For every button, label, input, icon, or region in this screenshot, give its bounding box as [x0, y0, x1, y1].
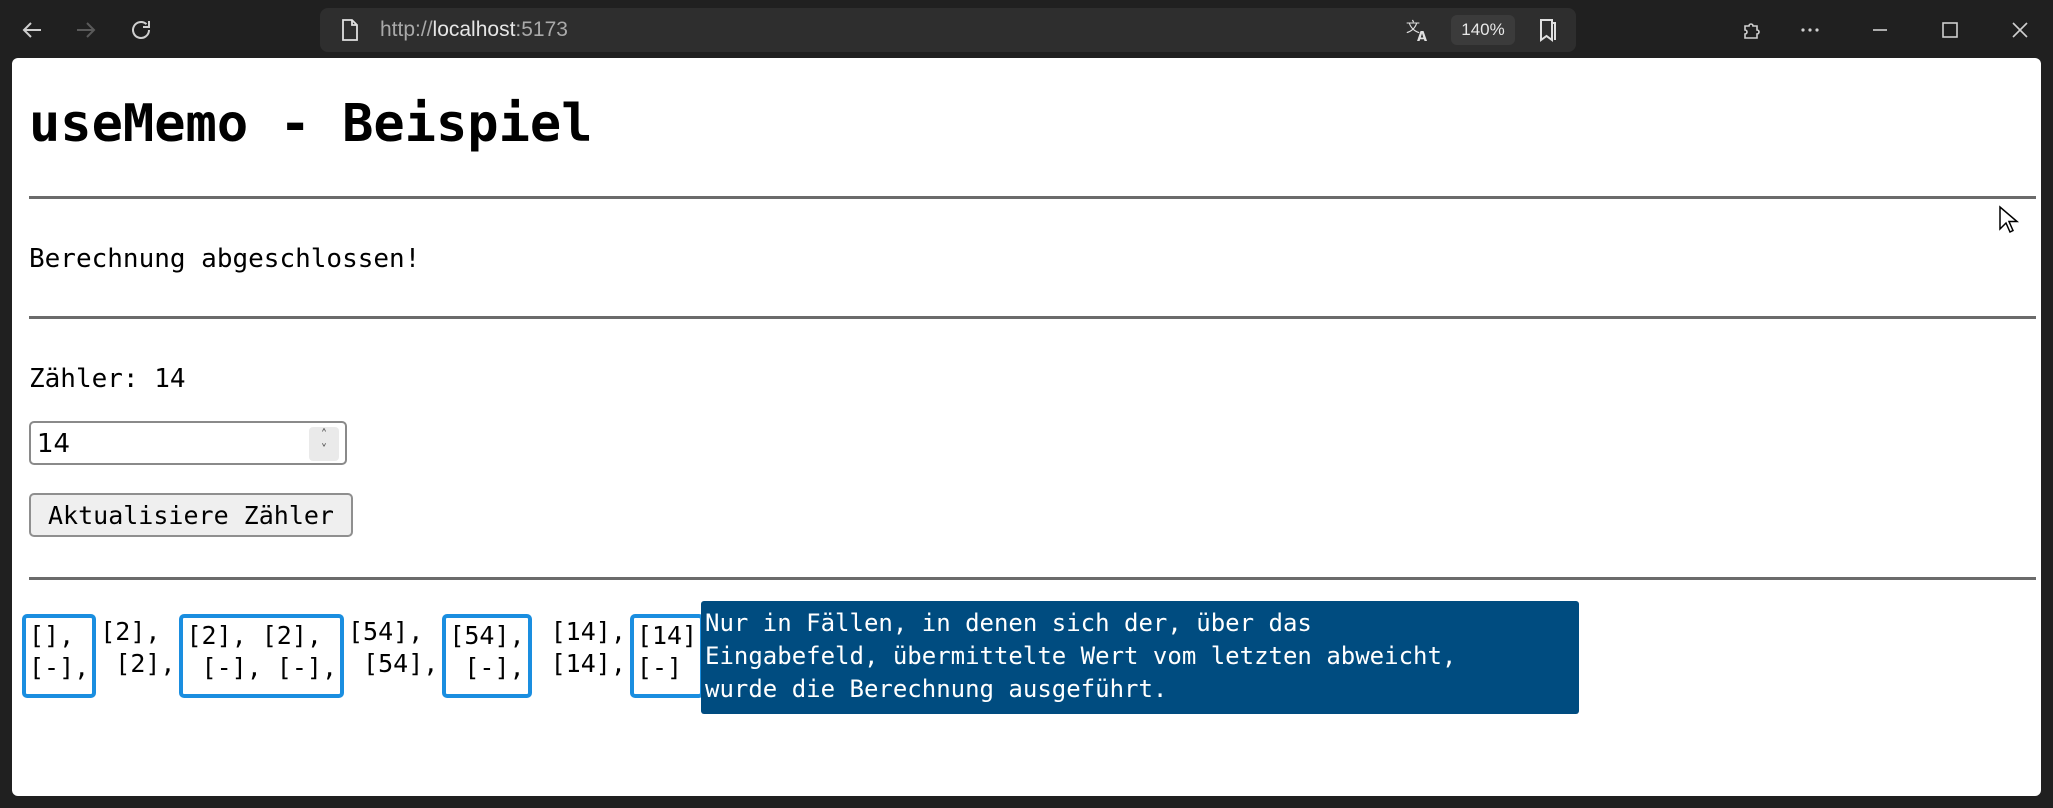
more-icon — [1801, 28, 1819, 32]
counter-input[interactable]: ˄ ˅ — [29, 421, 347, 465]
log-item-bottom: [54], — [348, 649, 439, 678]
calculation-log: [], [-], [2], [2], [2], [2], [-], [-], [5… — [22, 614, 705, 698]
info-box: Nur in Fällen, in denen sich der, über d… — [701, 601, 1579, 714]
favorites-icon[interactable] — [1532, 14, 1564, 46]
page-title: useMemo - Beispiel — [29, 94, 593, 154]
close-icon — [2012, 22, 2028, 38]
log-item-bottom: [-] — [636, 653, 683, 682]
status-message: Berechnung abgeschlossen! — [29, 244, 421, 274]
extensions-button[interactable] — [1733, 10, 1773, 50]
maximize-icon — [1942, 22, 1958, 38]
log-item-bottom: [-], — [29, 653, 90, 682]
arrow-left-icon — [22, 22, 41, 38]
url-port: :5173 — [515, 18, 568, 41]
minimize-icon — [1873, 29, 1887, 31]
counter-input-field[interactable] — [37, 427, 307, 461]
forward-button[interactable] — [66, 10, 106, 50]
reload-icon — [132, 21, 150, 39]
log-item-top: [], — [29, 621, 75, 650]
info-text: Nur in Fällen, in denen sich der, über d… — [705, 609, 1457, 703]
log-item-top: [2], — [100, 617, 161, 646]
divider — [29, 196, 2036, 199]
chevron-down-icon[interactable]: ˅ — [321, 444, 328, 459]
address-bar[interactable]: http://localhost:5173 文A 140% — [320, 8, 1576, 52]
counter-label: Zähler: 14 — [29, 364, 186, 394]
log-item-highlighted: [14] [-] — [629, 614, 705, 698]
mouse-cursor-icon — [1999, 205, 2020, 234]
log-item-top: [54], — [348, 617, 424, 646]
log-item-bottom: [-], [-], — [186, 653, 337, 682]
log-item-top: [14], — [535, 617, 626, 646]
divider — [29, 577, 2036, 580]
log-item: [54], [54], — [344, 614, 442, 680]
log-item-highlighted: [54], [-], — [442, 614, 532, 698]
translate-icon[interactable]: 文A — [1402, 14, 1434, 46]
log-item: [14], [14], — [532, 614, 630, 680]
log-item-bottom: [2], — [100, 649, 176, 678]
url-host: localhost — [432, 18, 516, 41]
more-button[interactable] — [1790, 10, 1830, 50]
log-item-top: [14] — [636, 621, 698, 650]
svg-text:A: A — [1417, 30, 1427, 43]
puzzle-icon — [1744, 23, 1760, 39]
url-prefix: http:// — [380, 18, 433, 41]
arrow-right-icon — [77, 22, 96, 38]
log-item-bottom: [14], — [535, 649, 626, 678]
log-item: [2], [2], — [96, 614, 179, 680]
reload-button[interactable] — [121, 10, 161, 50]
divider — [29, 316, 2036, 319]
page-info-icon[interactable] — [340, 18, 360, 42]
url-text[interactable]: http://localhost:5173 — [380, 18, 568, 42]
update-counter-button[interactable]: Aktualisiere Zähler — [29, 493, 353, 537]
zoom-level-button[interactable]: 140% — [1451, 15, 1515, 45]
log-item-highlighted: [], [-], — [22, 614, 97, 698]
page-viewport: useMemo - Beispiel Berechnung abgeschlos… — [12, 58, 2041, 796]
maximize-button[interactable] — [1930, 10, 1970, 50]
log-item-top: [54], — [449, 621, 525, 650]
back-button[interactable] — [12, 10, 52, 50]
minimize-button[interactable] — [1860, 10, 1900, 50]
log-item-top: [2], [2], — [186, 621, 322, 650]
number-spinner[interactable]: ˄ ˅ — [309, 427, 339, 461]
log-item-bottom: [-], — [449, 653, 525, 682]
browser-titlebar: http://localhost:5173 文A 140% — [0, 0, 2053, 58]
chevron-up-icon[interactable]: ˄ — [321, 429, 328, 444]
log-item-highlighted: [2], [2], [-], [-], — [179, 614, 344, 698]
close-window-button[interactable] — [2000, 10, 2040, 50]
